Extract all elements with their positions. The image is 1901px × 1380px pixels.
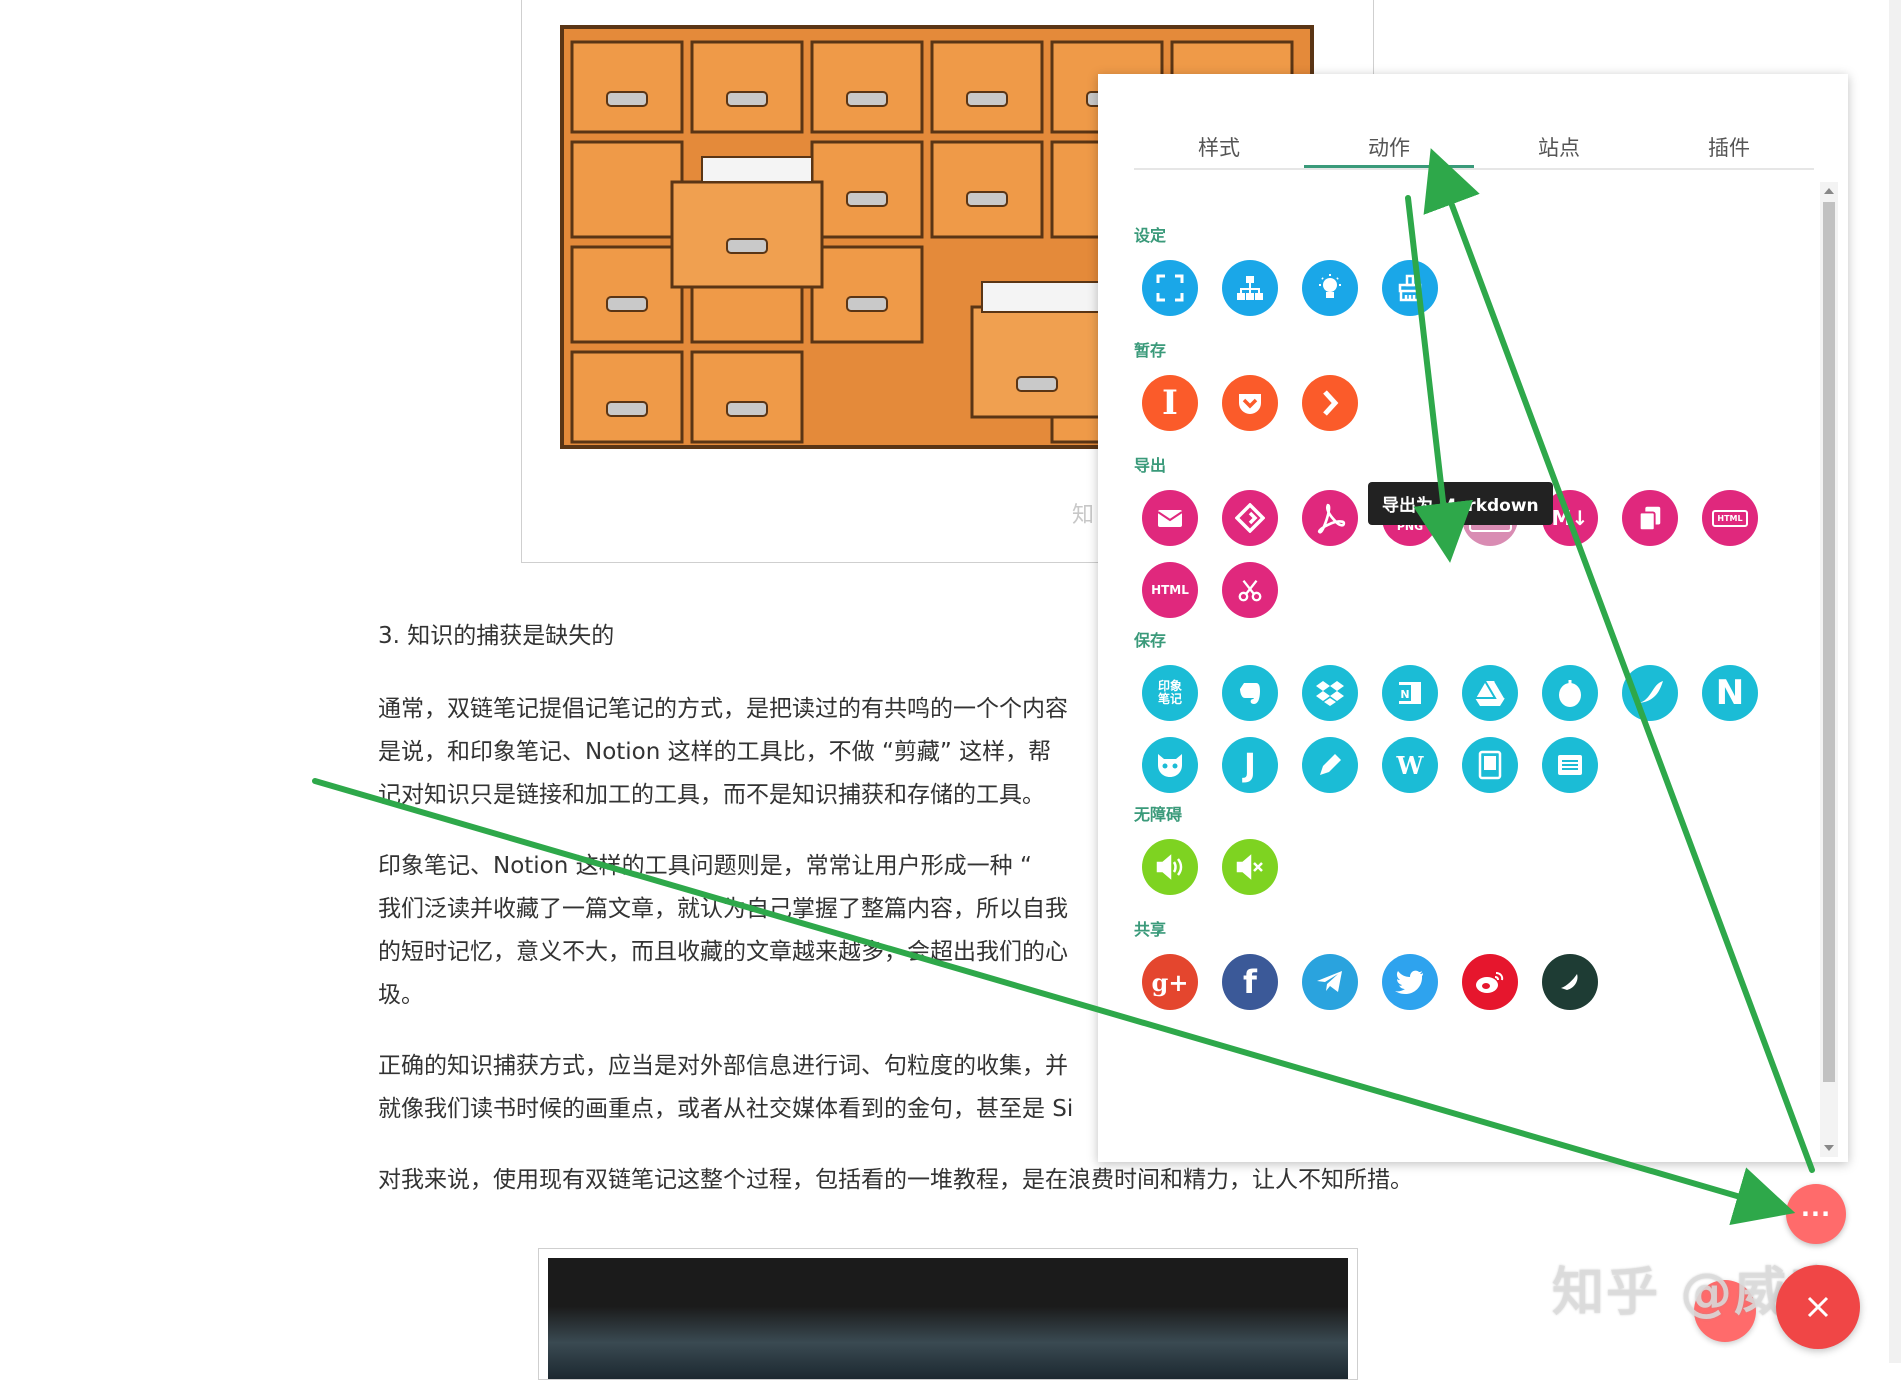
evernote-icon[interactable]	[1222, 665, 1278, 721]
markdown-tooltip: 导出为 Markdown	[1368, 482, 1553, 525]
tinyflow-icon[interactable]	[1302, 737, 1358, 793]
weibo-icon[interactable]	[1462, 954, 1518, 1010]
section-title: 共享	[1134, 920, 1167, 939]
google-plus-icon[interactable]: g+	[1142, 954, 1198, 1010]
paragraph-line: 是说，和印象笔记、Notion 这样的工具比，不做 “剪藏” 这样，帮	[378, 739, 1052, 765]
tab-actions[interactable]: 动作	[1304, 128, 1474, 168]
paragraph-line: 对我来说，使用现有双链笔记这整个过程，包括看的一堆教程，是在浪费时间和精力，让人…	[378, 1167, 1413, 1193]
paragraph-line: 我们泛读并收藏了一篇文章，就认为自己掌握了整篇内容，所以自我	[378, 896, 1068, 922]
close-button[interactable]	[1776, 1265, 1860, 1349]
tab-sites[interactable]: 站点	[1474, 128, 1644, 168]
instapaper-icon[interactable]: I	[1142, 375, 1198, 431]
section-save: 保存 印象 笔记 N N J W	[1134, 627, 1814, 809]
sitemap-icon[interactable]	[1222, 260, 1278, 316]
notion-icon[interactable]: N	[1702, 665, 1758, 721]
pocket-icon[interactable]	[1222, 375, 1278, 431]
article-video[interactable]	[538, 1248, 1358, 1380]
linnk-icon[interactable]	[1302, 375, 1358, 431]
section-title: 暂存	[1134, 341, 1167, 360]
copy-icon[interactable]	[1622, 490, 1678, 546]
paragraph-4: 对我来说，使用现有双链笔记这整个过程，包括看的一堆教程，是在浪费时间和精力，让人…	[378, 1159, 1458, 1202]
dropbox-icon[interactable]	[1302, 665, 1358, 721]
scroll-thumb[interactable]	[1823, 202, 1835, 1082]
telegram-icon[interactable]	[1302, 954, 1358, 1010]
facebook-icon[interactable]: f	[1222, 954, 1278, 1010]
section-title: 保存	[1134, 631, 1167, 650]
pdf-icon[interactable]	[1302, 490, 1358, 546]
wolai-icon[interactable]: W	[1382, 737, 1438, 793]
paragraph-line: 记对知识只是链接和加工的工具，而不是知识捕获和存储的工具。	[378, 782, 1045, 808]
paragraph-line: 圾。	[378, 982, 424, 1008]
paragraph-line: 通常，双链笔记提倡记笔记的方式，是把读过的有共鸣的一个个内容	[378, 696, 1068, 722]
brush-icon[interactable]	[1382, 260, 1438, 316]
html-offline-icon[interactable]: HTML	[1142, 562, 1198, 618]
lightbulb-icon[interactable]	[1302, 260, 1358, 316]
video-thumbnail	[548, 1258, 1348, 1379]
section-title: 无障碍	[1134, 805, 1183, 824]
figure-watermark: 知	[1072, 503, 1095, 528]
speaker-on-icon[interactable]	[1142, 839, 1198, 895]
yuque-icon[interactable]	[1622, 665, 1678, 721]
scissors-icon[interactable]	[1222, 562, 1278, 618]
other-share-icon[interactable]	[1542, 954, 1598, 1010]
svg-text:N: N	[1400, 688, 1409, 701]
kindle-icon[interactable]	[1462, 737, 1518, 793]
speaker-mute-icon[interactable]	[1222, 839, 1278, 895]
more-button[interactable]: ···	[1786, 1184, 1846, 1244]
paragraph-line: 就像我们读书时候的画重点，或者从社交媒体看到的金句，甚至是 Si	[378, 1096, 1074, 1122]
section-settings: 设定	[1134, 222, 1814, 332]
epub-icon[interactable]	[1222, 490, 1278, 546]
html-icon[interactable]: HTML	[1702, 490, 1758, 546]
twitter-icon[interactable]	[1382, 954, 1438, 1010]
joplin-icon[interactable]: J	[1222, 737, 1278, 793]
fullscreen-icon[interactable]	[1142, 260, 1198, 316]
html-small-label: HTML	[1712, 509, 1748, 527]
section-stash: 暂存 I	[1134, 337, 1814, 447]
tab-style[interactable]: 样式	[1134, 128, 1304, 168]
tab-plugins[interactable]: 插件	[1644, 128, 1814, 168]
kindle-card-icon[interactable]	[1542, 737, 1598, 793]
section-title: 导出	[1134, 456, 1167, 475]
section-export: 导出 PNG M↓ M↓ HTML	[1134, 452, 1814, 634]
section-title: 设定	[1134, 226, 1167, 245]
panel-scrollbar[interactable]	[1820, 182, 1838, 1157]
google-drive-icon[interactable]	[1462, 665, 1518, 721]
paragraph-line: 正确的知识捕获方式，应当是对外部信息进行词、句粒度的收集，并	[378, 1053, 1068, 1079]
close-icon	[1807, 1296, 1829, 1318]
scroll-up-arrow[interactable]	[1824, 188, 1834, 194]
scroll-down-arrow[interactable]	[1824, 1145, 1834, 1151]
yinxiang-icon[interactable]: 印象 笔记	[1142, 665, 1198, 721]
jianguoyun-icon[interactable]	[1542, 665, 1598, 721]
paragraph-line: 印象笔记、Notion 这样的工具问题则是，常常让用户形成一种 “	[378, 853, 1032, 879]
action-panel: 样式 动作 站点 插件 设定 暂存 I 导出 PNG M↓ HTML HTML …	[1098, 74, 1848, 1162]
panel-tabs: 样式 动作 站点 插件	[1134, 128, 1814, 170]
section-accessibility: 无障碍	[1134, 801, 1814, 911]
paragraph-line: 的短时记忆，意义不大，而且收藏的文章越来越多，会超出我们的心	[378, 939, 1068, 965]
onenote-icon[interactable]: N	[1382, 665, 1438, 721]
email-icon[interactable]	[1142, 490, 1198, 546]
section-share: 共享 g+ f	[1134, 916, 1814, 1026]
page-scrollbar[interactable]	[1889, 0, 1901, 1363]
github-icon[interactable]	[1142, 737, 1198, 793]
